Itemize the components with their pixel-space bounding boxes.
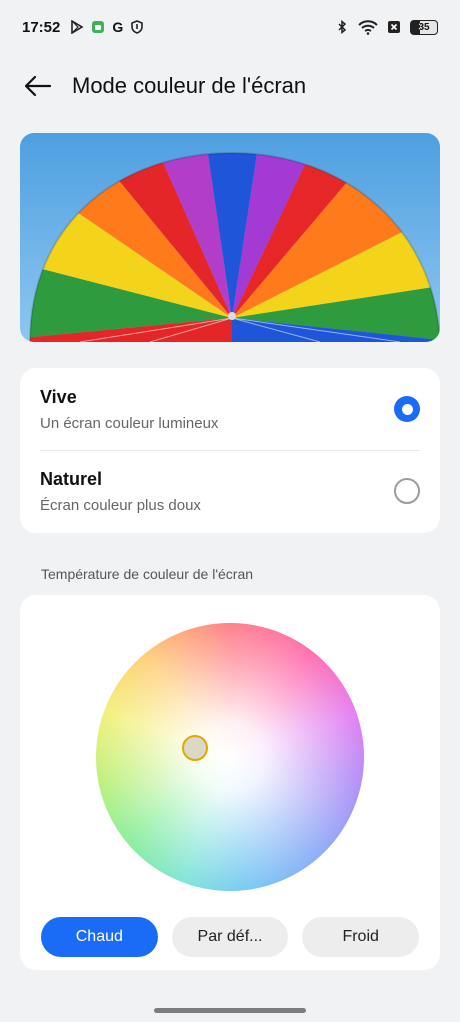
shield-icon	[131, 20, 144, 34]
page-title: Mode couleur de l'écran	[72, 73, 307, 98]
mode-option-vive[interactable]: Vive Un écran couleur lumineux	[20, 368, 440, 450]
default-button[interactable]: Par déf...	[171, 917, 289, 957]
color-wheel[interactable]	[96, 623, 364, 891]
preview-image	[20, 133, 440, 342]
mode-description: Écran couleur plus doux	[40, 496, 201, 514]
color-wheel-handle[interactable]	[182, 735, 208, 761]
play-store-icon	[71, 20, 84, 34]
warm-button[interactable]: Chaud	[41, 917, 158, 957]
parachute-image	[20, 133, 440, 342]
color-mode-card: Vive Un écran couleur lumineux Naturel É…	[20, 368, 440, 533]
cold-button[interactable]: Froid	[302, 917, 420, 957]
section-label-temperature: Température de couleur de l'écran	[41, 566, 254, 582]
mode-label: Naturel	[40, 468, 103, 489]
mode-option-naturel[interactable]: Naturel Écran couleur plus doux	[20, 450, 440, 532]
color-wheel-center	[96, 623, 364, 891]
status-icons-left: G	[70, 19, 144, 35]
mode-description: Un écran couleur lumineux	[40, 414, 219, 432]
g-icon: G	[112, 19, 124, 35]
no-sim-icon	[388, 21, 400, 33]
status-time: 17:52	[22, 18, 61, 36]
arrow-left-icon	[24, 75, 52, 97]
temperature-buttons: Chaud Par déf... Froid	[41, 917, 420, 957]
color-temperature-card: Chaud Par déf... Froid	[20, 595, 440, 970]
status-icons-right: 35	[335, 19, 438, 35]
bluetooth-icon	[338, 20, 347, 34]
status-bar: 17:52 G 35	[0, 0, 460, 54]
android-icon	[92, 21, 105, 33]
home-indicator[interactable]	[154, 1008, 306, 1013]
radio-vive[interactable]	[394, 396, 420, 422]
mode-label: Vive	[40, 386, 77, 407]
radio-naturel[interactable]	[394, 478, 420, 504]
header: Mode couleur de l'écran	[0, 58, 460, 114]
back-button[interactable]	[14, 62, 62, 110]
battery-icon: 35	[410, 19, 438, 35]
wifi-icon	[358, 19, 378, 35]
battery-level: 35	[418, 21, 430, 33]
